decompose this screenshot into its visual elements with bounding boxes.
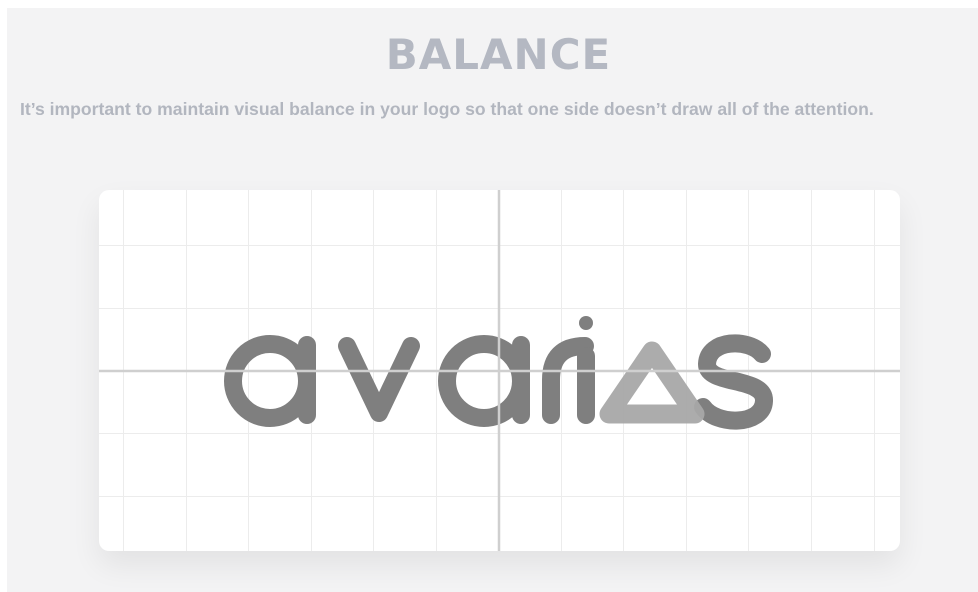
section-description: It’s important to maintain visual balanc… bbox=[20, 99, 874, 119]
section-title: BALANCE bbox=[385, 30, 612, 79]
logo-grid-card bbox=[99, 190, 900, 551]
letter-i-dot bbox=[579, 316, 593, 330]
letter-a-1 bbox=[224, 335, 316, 427]
letter-a-2 bbox=[438, 335, 530, 427]
letter-v bbox=[338, 337, 420, 422]
letter-s bbox=[694, 334, 773, 430]
logo-triangle-glyph bbox=[599, 341, 705, 424]
logo-grid-illustration bbox=[99, 190, 900, 551]
